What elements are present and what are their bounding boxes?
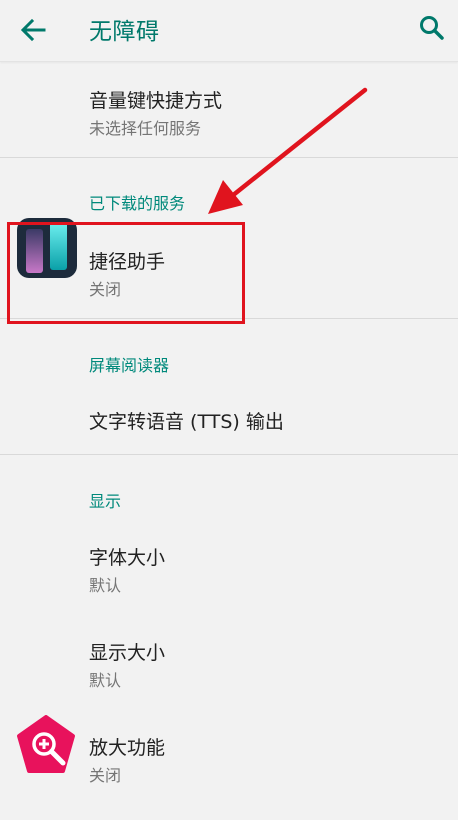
font-size-title: 字体大小 — [89, 547, 166, 569]
tts-output-item[interactable]: 文字转语音 (TTS) 输出 — [0, 380, 458, 454]
font-size-subtitle: 默认 — [89, 576, 122, 595]
magnifier-icon — [17, 715, 75, 773]
font-size-item[interactable]: 字体大小 默认 — [0, 515, 458, 607]
magnification-title: 放大功能 — [89, 737, 166, 759]
arrow-left-icon — [20, 18, 46, 42]
volume-shortcut-item[interactable]: 音量键快捷方式 未选择任何服务 — [0, 63, 458, 157]
display-size-subtitle: 默认 — [89, 671, 122, 690]
display-size-item[interactable]: 显示大小 默认 — [0, 610, 458, 702]
app-bar: 无障碍 — [0, 0, 458, 62]
divider — [0, 157, 458, 158]
section-header-display: 显示 — [89, 492, 122, 511]
divider — [0, 454, 458, 455]
display-size-title: 显示大小 — [89, 642, 166, 664]
annotation-highlight-box — [7, 222, 245, 324]
magnification-status: 关闭 — [89, 766, 122, 785]
volume-shortcut-title: 音量键快捷方式 — [89, 90, 223, 112]
volume-shortcut-subtitle: 未选择任何服务 — [89, 119, 202, 138]
section-header-screen-reader: 屏幕阅读器 — [89, 356, 170, 375]
search-icon — [420, 16, 444, 40]
search-button[interactable] — [412, 8, 452, 48]
back-button[interactable] — [14, 10, 54, 50]
tts-output-title: 文字转语音 (TTS) 输出 — [89, 411, 284, 433]
page-title: 无障碍 — [89, 19, 160, 45]
